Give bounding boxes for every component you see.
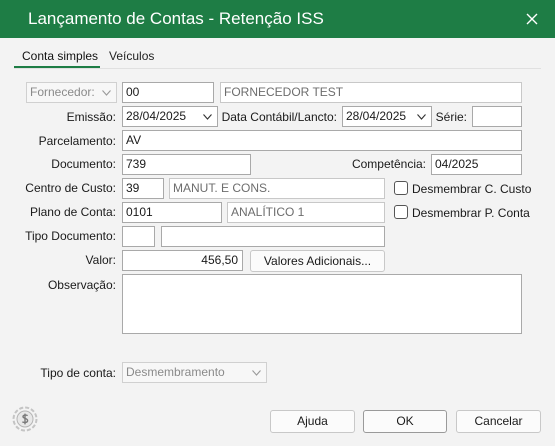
valor-input[interactable]: 456,50 (122, 250, 243, 271)
plano-conta-code-input[interactable]: 0101 (122, 202, 222, 223)
close-button[interactable] (521, 6, 543, 30)
serie-label: Série: (435, 110, 467, 124)
data-contabil-date-value: 28/04/2025 (346, 109, 407, 123)
tab-conta-simples[interactable]: Conta simples (22, 49, 98, 63)
desmembrar-p-conta-checkbox[interactable] (394, 205, 408, 219)
data-contabil-label: Data Contábil/Lancto: (221, 110, 337, 124)
tipo-documento-name-field (161, 226, 385, 247)
competencia-input[interactable]: 04/2025 (431, 154, 522, 175)
title-bar: Lançamento de Contas - Retenção ISS (0, 0, 555, 38)
serie-input[interactable] (472, 106, 522, 127)
chevron-down-icon (102, 90, 111, 96)
observacao-textarea[interactable] (122, 274, 522, 334)
desmembrar-c-custo-label: Desmembrar C. Custo (412, 182, 532, 196)
ok-button[interactable]: OK (363, 410, 447, 433)
fornecedor-select[interactable]: Fornecedor: (26, 82, 117, 103)
help-button[interactable]: Ajuda (270, 410, 355, 433)
fornecedor-select-value: Fornecedor: (30, 85, 95, 99)
chevron-down-icon (417, 114, 426, 120)
tipo-documento-code-input[interactable] (122, 226, 155, 247)
valores-adicionais-button[interactable]: Valores Adicionais... (250, 250, 385, 272)
tipo-conta-select[interactable]: Desmembramento (122, 362, 267, 383)
dollar-coin-icon (11, 405, 39, 433)
tab-veiculos[interactable]: Veículos (109, 49, 154, 63)
parcelamento-input[interactable]: AV (122, 130, 522, 151)
documento-label: Documento: (51, 157, 116, 171)
desmembrar-c-custo-checkbox[interactable] (394, 181, 408, 195)
emissao-date-picker[interactable]: 28/04/2025 (122, 106, 218, 127)
fornecedor-code-input[interactable]: 00 (122, 82, 214, 103)
documento-input[interactable]: 739 (122, 154, 251, 175)
valor-label: Valor: (85, 253, 116, 267)
centro-custo-code-input[interactable]: 39 (122, 178, 164, 199)
tipo-conta-select-value: Desmembramento (126, 365, 225, 379)
plano-conta-name-field: ANALÍTICO 1 (227, 202, 385, 223)
centro-custo-name-field: MANUT. E CONS. (169, 178, 385, 199)
window-title: Lançamento de Contas - Retenção ISS (28, 9, 324, 28)
data-contabil-date-picker[interactable]: 28/04/2025 (342, 106, 432, 127)
tipo-documento-label: Tipo Documento: (25, 229, 116, 243)
tab-divider (14, 68, 541, 69)
emissao-label: Emissão: (66, 110, 116, 124)
emissao-date-value: 28/04/2025 (126, 109, 187, 123)
competencia-label: Competência: (351, 157, 426, 171)
tipo-conta-label: Tipo de conta: (40, 366, 116, 380)
desmembrar-p-conta-label: Desmembrar P. Conta (412, 206, 530, 220)
parcelamento-label: Parcelamento: (38, 134, 116, 148)
observacao-label: Observação: (47, 278, 116, 292)
plano-conta-label: Plano de Conta: (29, 205, 116, 219)
close-icon (526, 13, 538, 25)
chevron-down-icon (203, 114, 212, 120)
chevron-down-icon (252, 370, 261, 376)
cancel-button[interactable]: Cancelar (456, 410, 541, 433)
centro-custo-label: Centro de Custo: (25, 181, 116, 195)
fornecedor-name-field: FORNECEDOR TEST (220, 82, 522, 103)
